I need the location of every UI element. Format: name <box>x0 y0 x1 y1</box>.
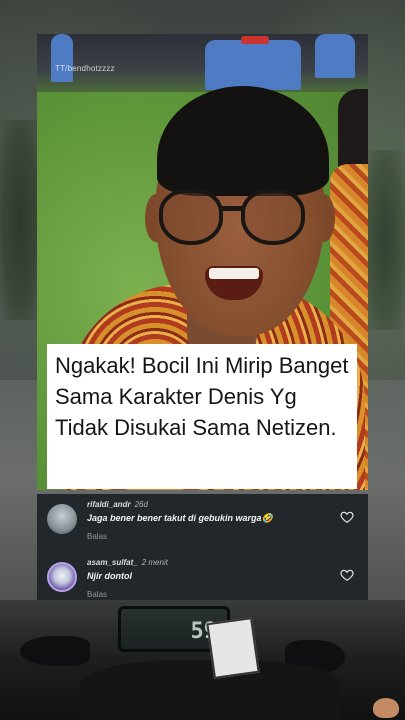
comment-item: rifaldi_andr 26d Jaga bener bener takut d… <box>37 498 368 550</box>
heart-outline-icon[interactable] <box>340 510 354 524</box>
motorcycle-dashboard: 59 <box>0 600 405 720</box>
tiktok-watermark: TT/bendhotzzzz <box>55 64 115 73</box>
teeth <box>209 268 259 279</box>
background-tree-left <box>0 120 40 320</box>
user-avatar-icon[interactable] <box>47 562 77 592</box>
person-in-background <box>315 34 355 78</box>
background-tree-right <box>365 150 405 330</box>
motorcycle-body <box>80 660 340 720</box>
username-text: asam_sulfat_ <box>87 558 138 567</box>
comment-text: Jaga bener bener takut di gebukin warga🤣 <box>87 513 273 523</box>
reply-button[interactable]: Balas <box>87 532 107 541</box>
comment-text: Njir dontol <box>87 571 132 581</box>
glasses-bridge <box>220 206 244 211</box>
dashboard-sticker <box>206 617 260 679</box>
glasses-lens-left <box>159 189 223 245</box>
mirror-left <box>20 636 90 666</box>
person-in-background <box>51 34 73 82</box>
reply-button[interactable]: Balas <box>87 590 107 599</box>
comment-username[interactable]: rifaldi_andr 26d <box>87 500 148 509</box>
comment-time: 26d <box>134 500 148 509</box>
username-text: rifaldi_andr <box>87 500 131 509</box>
red-collar <box>241 36 269 44</box>
video-caption: Ngakak! Bocil Ini Mirip Banget Sama Kara… <box>47 344 357 489</box>
user-avatar-icon[interactable] <box>47 504 77 534</box>
glasses-lens-right <box>241 189 305 245</box>
comment-username[interactable]: asam_sulfat_ 2 menit <box>87 558 168 567</box>
comment-time: 2 menit <box>141 558 168 567</box>
heart-outline-icon[interactable] <box>340 568 354 582</box>
person-in-background <box>205 40 301 90</box>
rider-hand <box>373 698 399 718</box>
comments-panel: rifaldi_andr 26d Jaga bener bener takut d… <box>37 494 368 602</box>
